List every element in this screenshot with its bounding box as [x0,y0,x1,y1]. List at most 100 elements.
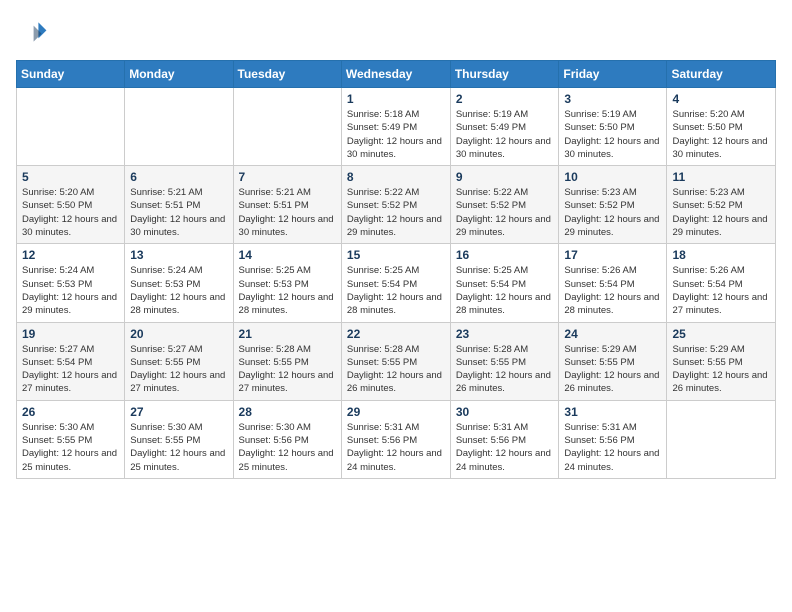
day-info: Sunrise: 5:24 AM Sunset: 5:53 PM Dayligh… [22,264,119,317]
day-info: Sunrise: 5:28 AM Sunset: 5:55 PM Dayligh… [347,343,445,396]
calendar-cell: 26 Sunrise: 5:30 AM Sunset: 5:55 PM Dayli… [17,400,125,478]
day-info: Sunrise: 5:20 AM Sunset: 5:50 PM Dayligh… [672,108,770,161]
calendar-cell: 11 Sunrise: 5:23 AM Sunset: 5:52 PM Dayli… [667,166,776,244]
day-info: Sunrise: 5:24 AM Sunset: 5:53 PM Dayligh… [130,264,227,317]
calendar-cell: 5 Sunrise: 5:20 AM Sunset: 5:50 PM Daylig… [17,166,125,244]
weekday-header-tuesday: Tuesday [233,61,341,88]
calendar-cell: 6 Sunrise: 5:21 AM Sunset: 5:51 PM Daylig… [125,166,233,244]
day-number: 22 [347,327,445,341]
day-number: 10 [564,170,661,184]
day-info: Sunrise: 5:26 AM Sunset: 5:54 PM Dayligh… [672,264,770,317]
day-info: Sunrise: 5:30 AM Sunset: 5:56 PM Dayligh… [239,421,336,474]
day-number: 19 [22,327,119,341]
day-number: 14 [239,248,336,262]
calendar-cell: 1 Sunrise: 5:18 AM Sunset: 5:49 PM Daylig… [341,88,450,166]
day-number: 12 [22,248,119,262]
day-number: 3 [564,92,661,106]
day-info: Sunrise: 5:19 AM Sunset: 5:50 PM Dayligh… [564,108,661,161]
calendar-cell: 19 Sunrise: 5:27 AM Sunset: 5:54 PM Dayli… [17,322,125,400]
day-info: Sunrise: 5:19 AM Sunset: 5:49 PM Dayligh… [456,108,554,161]
weekday-header-sunday: Sunday [17,61,125,88]
day-info: Sunrise: 5:30 AM Sunset: 5:55 PM Dayligh… [22,421,119,474]
calendar-week-1: 1 Sunrise: 5:18 AM Sunset: 5:49 PM Daylig… [17,88,776,166]
day-info: Sunrise: 5:28 AM Sunset: 5:55 PM Dayligh… [239,343,336,396]
day-info: Sunrise: 5:25 AM Sunset: 5:54 PM Dayligh… [347,264,445,317]
page-header [16,16,776,48]
day-number: 27 [130,405,227,419]
day-number: 11 [672,170,770,184]
day-number: 18 [672,248,770,262]
day-info: Sunrise: 5:28 AM Sunset: 5:55 PM Dayligh… [456,343,554,396]
calendar-table: SundayMondayTuesdayWednesdayThursdayFrid… [16,60,776,479]
calendar-cell: 28 Sunrise: 5:30 AM Sunset: 5:56 PM Dayli… [233,400,341,478]
day-number: 31 [564,405,661,419]
calendar-cell [667,400,776,478]
calendar-cell: 20Sunrise: 5:27 AM Sunset: 5:55 PM Dayli… [125,322,233,400]
day-info: Sunrise: 5:27 AM Sunset: 5:54 PM Dayligh… [22,343,119,396]
calendar-cell: 18 Sunrise: 5:26 AM Sunset: 5:54 PM Dayli… [667,244,776,322]
calendar-cell: 31 Sunrise: 5:31 AM Sunset: 5:56 PM Dayli… [559,400,667,478]
day-info: Sunrise: 5:22 AM Sunset: 5:52 PM Dayligh… [456,186,554,239]
day-number: 4 [672,92,770,106]
calendar-cell: 15 Sunrise: 5:25 AM Sunset: 5:54 PM Dayli… [341,244,450,322]
calendar-cell: 30Sunrise: 5:31 AM Sunset: 5:56 PM Dayli… [450,400,559,478]
calendar-cell: 23 Sunrise: 5:28 AM Sunset: 5:55 PM Dayli… [450,322,559,400]
day-info: Sunrise: 5:23 AM Sunset: 5:52 PM Dayligh… [564,186,661,239]
day-number: 28 [239,405,336,419]
day-number: 24 [564,327,661,341]
day-number: 1 [347,92,445,106]
calendar-cell: 9 Sunrise: 5:22 AM Sunset: 5:52 PM Daylig… [450,166,559,244]
day-info: Sunrise: 5:20 AM Sunset: 5:50 PM Dayligh… [22,186,119,239]
calendar-cell: 8 Sunrise: 5:22 AM Sunset: 5:52 PM Daylig… [341,166,450,244]
day-number: 17 [564,248,661,262]
day-number: 25 [672,327,770,341]
day-info: Sunrise: 5:31 AM Sunset: 5:56 PM Dayligh… [564,421,661,474]
day-info: Sunrise: 5:29 AM Sunset: 5:55 PM Dayligh… [564,343,661,396]
day-info: Sunrise: 5:29 AM Sunset: 5:55 PM Dayligh… [672,343,770,396]
day-number: 2 [456,92,554,106]
day-number: 9 [456,170,554,184]
calendar-cell: 7Sunrise: 5:21 AM Sunset: 5:51 PM Daylig… [233,166,341,244]
day-number: 16 [456,248,554,262]
weekday-header-thursday: Thursday [450,61,559,88]
day-info: Sunrise: 5:30 AM Sunset: 5:55 PM Dayligh… [130,421,227,474]
calendar-cell: 13 Sunrise: 5:24 AM Sunset: 5:53 PM Dayli… [125,244,233,322]
calendar-cell: 10 Sunrise: 5:23 AM Sunset: 5:52 PM Dayli… [559,166,667,244]
calendar-cell [17,88,125,166]
logo [16,16,52,48]
day-info: Sunrise: 5:18 AM Sunset: 5:49 PM Dayligh… [347,108,445,161]
weekday-header-saturday: Saturday [667,61,776,88]
calendar-cell [125,88,233,166]
calendar-cell: 3 Sunrise: 5:19 AM Sunset: 5:50 PM Daylig… [559,88,667,166]
day-info: Sunrise: 5:25 AM Sunset: 5:54 PM Dayligh… [456,264,554,317]
calendar-week-2: 5 Sunrise: 5:20 AM Sunset: 5:50 PM Daylig… [17,166,776,244]
day-number: 6 [130,170,227,184]
day-number: 8 [347,170,445,184]
calendar-cell [233,88,341,166]
day-number: 26 [22,405,119,419]
day-number: 15 [347,248,445,262]
calendar-cell: 17Sunrise: 5:26 AM Sunset: 5:54 PM Dayli… [559,244,667,322]
day-info: Sunrise: 5:23 AM Sunset: 5:52 PM Dayligh… [672,186,770,239]
day-number: 30 [456,405,554,419]
weekday-header-wednesday: Wednesday [341,61,450,88]
calendar-week-5: 26 Sunrise: 5:30 AM Sunset: 5:55 PM Dayli… [17,400,776,478]
day-number: 13 [130,248,227,262]
day-info: Sunrise: 5:27 AM Sunset: 5:55 PM Dayligh… [130,343,227,396]
calendar-cell: 14 Sunrise: 5:25 AM Sunset: 5:53 PM Dayli… [233,244,341,322]
calendar-cell: 27 Sunrise: 5:30 AM Sunset: 5:55 PM Dayli… [125,400,233,478]
day-info: Sunrise: 5:21 AM Sunset: 5:51 PM Dayligh… [239,186,336,239]
day-info: Sunrise: 5:21 AM Sunset: 5:51 PM Dayligh… [130,186,227,239]
calendar-cell: 29Sunrise: 5:31 AM Sunset: 5:56 PM Dayli… [341,400,450,478]
day-number: 21 [239,327,336,341]
day-info: Sunrise: 5:22 AM Sunset: 5:52 PM Dayligh… [347,186,445,239]
day-number: 5 [22,170,119,184]
calendar-cell: 4 Sunrise: 5:20 AM Sunset: 5:50 PM Daylig… [667,88,776,166]
calendar-cell: 25 Sunrise: 5:29 AM Sunset: 5:55 PM Dayli… [667,322,776,400]
weekday-header-monday: Monday [125,61,233,88]
day-number: 29 [347,405,445,419]
calendar-cell: 16 Sunrise: 5:25 AM Sunset: 5:54 PM Dayli… [450,244,559,322]
day-number: 23 [456,327,554,341]
day-info: Sunrise: 5:25 AM Sunset: 5:53 PM Dayligh… [239,264,336,317]
calendar-cell: 22 Sunrise: 5:28 AM Sunset: 5:55 PM Dayli… [341,322,450,400]
